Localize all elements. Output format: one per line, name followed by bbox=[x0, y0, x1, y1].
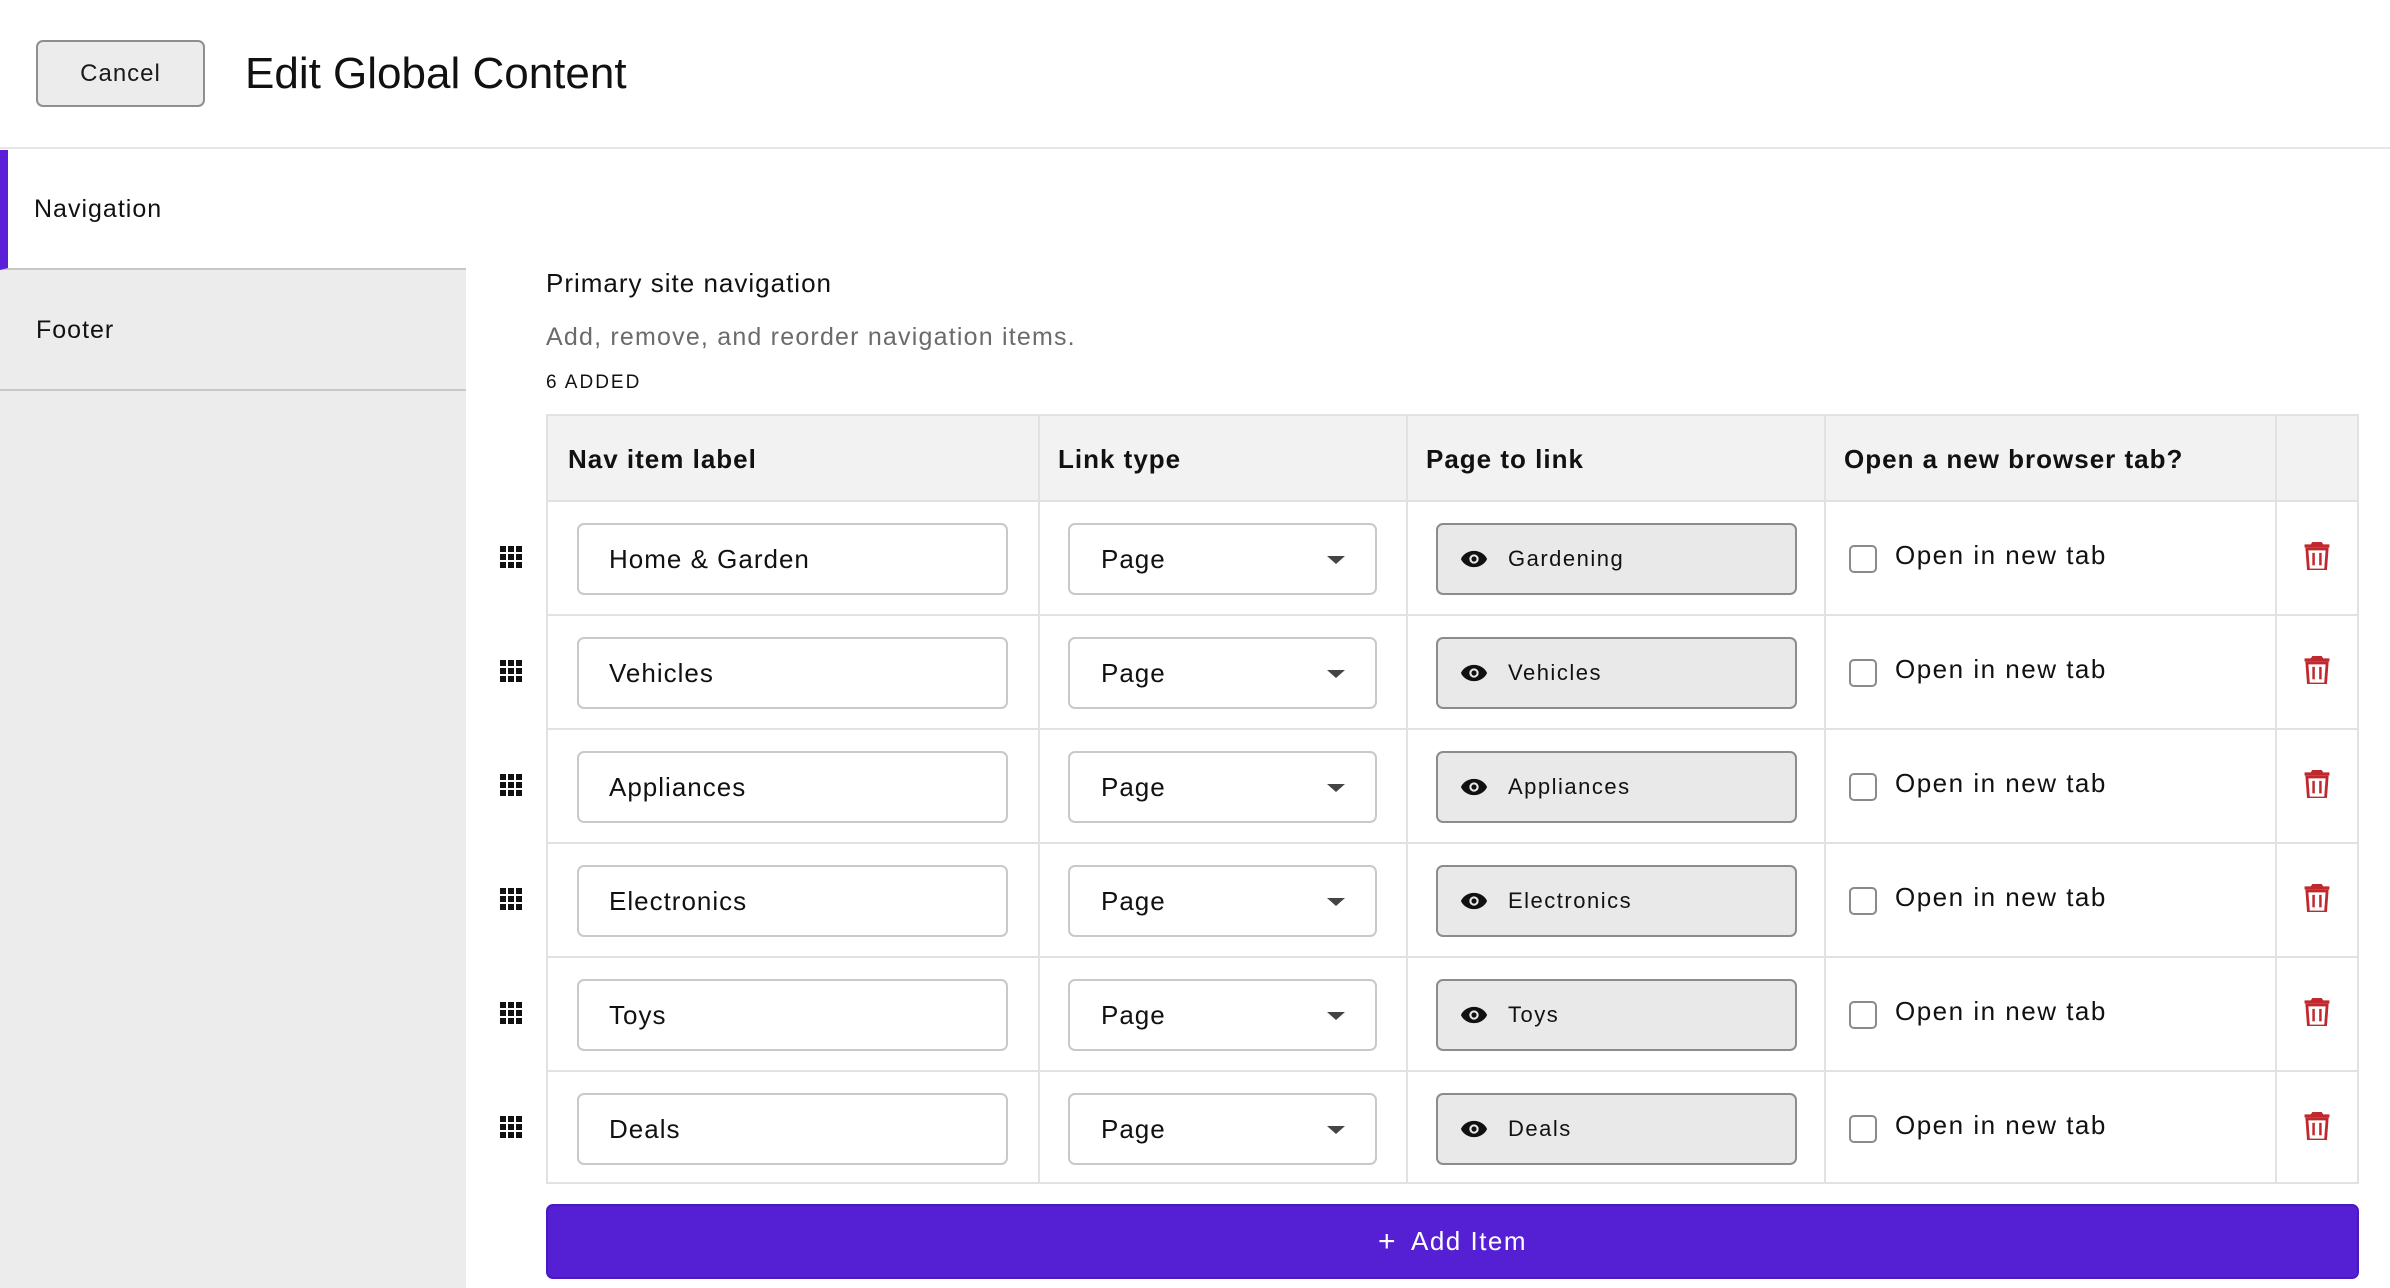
nav-item-label-input[interactable]: Appliances bbox=[577, 751, 1008, 823]
chevron-down-icon bbox=[1327, 1126, 1345, 1134]
header-page-to-link: Page to link bbox=[1426, 443, 1584, 474]
link-type-select[interactable]: Page bbox=[1068, 979, 1377, 1051]
drag-handle-icon[interactable] bbox=[500, 1002, 522, 1024]
open-new-tab-label: Open in new tab bbox=[1895, 1110, 2107, 1140]
page-to-link-button[interactable]: Electronics bbox=[1436, 865, 1797, 937]
table-row: Toys Page Toys Open in new tab bbox=[548, 958, 2357, 1072]
nav-item-label-input[interactable]: Home & Garden bbox=[577, 523, 1008, 595]
table-row: Deals Page Deals Open in new tab bbox=[548, 1072, 2357, 1186]
eye-icon bbox=[1460, 1120, 1488, 1138]
link-type-select[interactable]: Page bbox=[1068, 523, 1377, 595]
link-type-value: Page bbox=[1101, 543, 1166, 574]
drag-handle-icon[interactable] bbox=[500, 1116, 522, 1138]
eye-icon bbox=[1460, 664, 1488, 682]
table-header: Nav item label Link type Page to link Op… bbox=[548, 416, 2357, 502]
link-type-value: Page bbox=[1101, 771, 1166, 802]
eye-icon bbox=[1460, 550, 1488, 568]
drag-handle-icon[interactable] bbox=[500, 546, 522, 568]
table-row: Appliances Page Appliances Open in new tab bbox=[548, 730, 2357, 844]
table-row: Electronics Page Electronics Open in new ta… bbox=[548, 844, 2357, 958]
open-new-tab-label: Open in new tab bbox=[1895, 654, 2107, 684]
link-type-value: Page bbox=[1101, 657, 1166, 688]
page-to-link-button[interactable]: Vehicles bbox=[1436, 637, 1797, 709]
add-item-button[interactable]: + Add Item bbox=[546, 1204, 2359, 1279]
nav-item-label-input[interactable]: Deals bbox=[577, 1093, 1008, 1165]
nav-item-label-input[interactable]: Vehicles bbox=[577, 637, 1008, 709]
open-new-tab-label: Open in new tab bbox=[1895, 768, 2107, 798]
link-type-value: Page bbox=[1101, 1113, 1166, 1144]
section-description: Add, remove, and reorder navigation item… bbox=[546, 323, 1076, 351]
page-name: Toys bbox=[1508, 1002, 1560, 1027]
page-to-link-button[interactable]: Appliances bbox=[1436, 751, 1797, 823]
link-type-value: Page bbox=[1101, 885, 1166, 916]
page-name: Vehicles bbox=[1508, 660, 1602, 685]
drag-handle-icon[interactable] bbox=[500, 660, 522, 682]
table-row: Vehicles Page Vehicles Open in new tab bbox=[548, 616, 2357, 730]
add-item-label: Add Item bbox=[1410, 1226, 1528, 1256]
trash-icon[interactable] bbox=[2304, 656, 2330, 686]
page-header: Cancel Edit Global Content bbox=[0, 0, 2390, 149]
sidebar-item-footer[interactable]: Footer bbox=[0, 271, 466, 391]
chevron-down-icon bbox=[1327, 1012, 1345, 1020]
page-name: Deals bbox=[1508, 1116, 1572, 1141]
header-nav-item-label: Nav item label bbox=[568, 443, 757, 474]
chevron-down-icon bbox=[1327, 898, 1345, 906]
table-row: Home & Garden Page Gardening Open in new ta… bbox=[548, 502, 2357, 616]
sidebar-item-label: Navigation bbox=[34, 194, 163, 223]
trash-icon[interactable] bbox=[2304, 542, 2330, 572]
sidebar: Navigation Footer bbox=[0, 150, 466, 1288]
page-to-link-button[interactable]: Toys bbox=[1436, 979, 1797, 1051]
open-new-tab-checkbox[interactable] bbox=[1849, 1115, 1877, 1143]
open-new-tab-checkbox[interactable] bbox=[1849, 1001, 1877, 1029]
trash-icon[interactable] bbox=[2304, 770, 2330, 800]
sidebar-item-navigation[interactable]: Navigation bbox=[0, 150, 466, 270]
drag-handle-icon[interactable] bbox=[500, 888, 522, 910]
link-type-select[interactable]: Page bbox=[1068, 751, 1377, 823]
nav-items-table: Nav item label Link type Page to link Op… bbox=[546, 414, 2359, 1184]
open-new-tab-checkbox[interactable] bbox=[1849, 773, 1877, 801]
sidebar-item-label: Footer bbox=[36, 315, 115, 344]
trash-icon[interactable] bbox=[2304, 884, 2330, 914]
chevron-down-icon bbox=[1327, 784, 1345, 792]
header-link-type: Link type bbox=[1058, 443, 1182, 474]
page-to-link-button[interactable]: Deals bbox=[1436, 1093, 1797, 1165]
eye-icon bbox=[1460, 892, 1488, 910]
chevron-down-icon bbox=[1327, 670, 1345, 678]
plus-icon: + bbox=[1377, 1224, 1397, 1258]
cancel-button[interactable]: Cancel bbox=[36, 40, 205, 107]
open-new-tab-label: Open in new tab bbox=[1895, 882, 2107, 912]
section-title: Primary site navigation bbox=[546, 268, 832, 298]
page-title: Edit Global Content bbox=[245, 49, 627, 98]
item-count: 6 ADDED bbox=[546, 372, 642, 393]
nav-item-label-input[interactable]: Toys bbox=[577, 979, 1008, 1051]
trash-icon[interactable] bbox=[2304, 998, 2330, 1028]
page-name: Gardening bbox=[1508, 546, 1625, 571]
nav-item-label-input[interactable]: Electronics bbox=[577, 865, 1008, 937]
trash-icon[interactable] bbox=[2304, 1112, 2330, 1142]
page-name: Electronics bbox=[1508, 888, 1633, 913]
open-new-tab-checkbox[interactable] bbox=[1849, 545, 1877, 573]
eye-icon bbox=[1460, 778, 1488, 796]
link-type-select[interactable]: Page bbox=[1068, 1093, 1377, 1165]
open-new-tab-label: Open in new tab bbox=[1895, 996, 2107, 1026]
open-new-tab-checkbox[interactable] bbox=[1849, 659, 1877, 687]
open-new-tab-checkbox[interactable] bbox=[1849, 887, 1877, 915]
header-open-new-tab: Open a new browser tab? bbox=[1844, 443, 2184, 474]
page-name: Appliances bbox=[1508, 774, 1631, 799]
chevron-down-icon bbox=[1327, 556, 1345, 564]
eye-icon bbox=[1460, 1006, 1488, 1024]
page-to-link-button[interactable]: Gardening bbox=[1436, 523, 1797, 595]
link-type-select[interactable]: Page bbox=[1068, 637, 1377, 709]
drag-handle-icon[interactable] bbox=[500, 774, 522, 796]
link-type-value: Page bbox=[1101, 999, 1166, 1030]
link-type-select[interactable]: Page bbox=[1068, 865, 1377, 937]
open-new-tab-label: Open in new tab bbox=[1895, 540, 2107, 570]
